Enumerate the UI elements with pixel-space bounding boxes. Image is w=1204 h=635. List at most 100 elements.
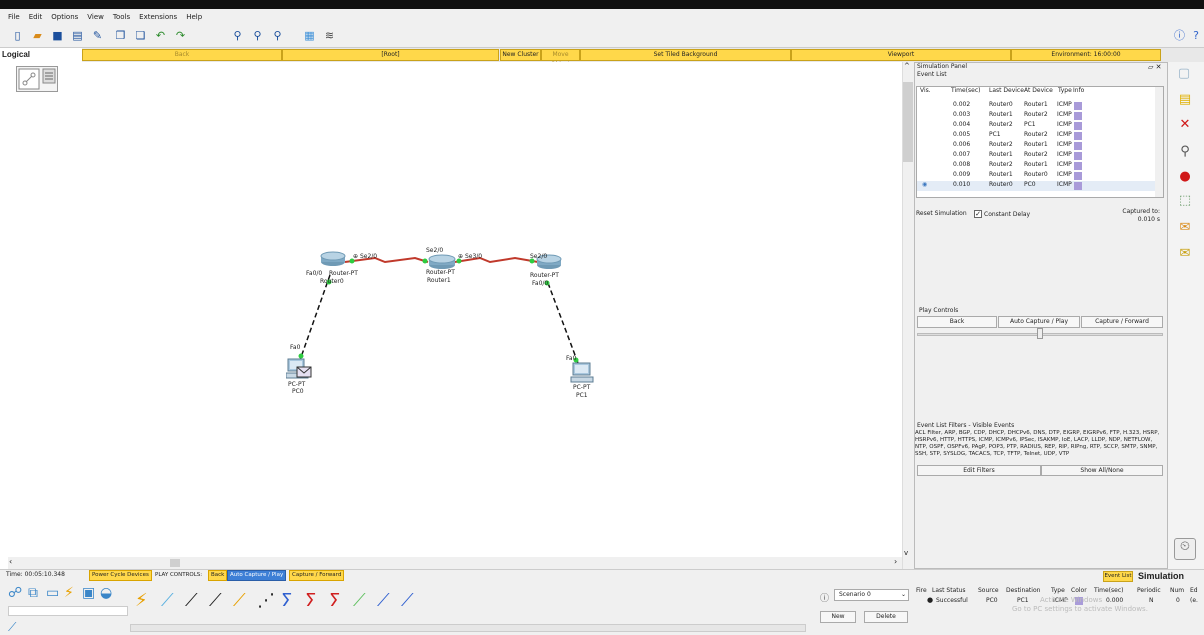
show-all-none-button[interactable]: Show All/None [1041, 465, 1163, 476]
status-capture-forward-button[interactable]: Capture / Forward [289, 570, 345, 581]
scenario-selected-value: Scenario 0 [839, 591, 871, 598]
pdu-source: PC0 [986, 597, 998, 604]
event-type: ICMP [1057, 151, 1072, 158]
usb-cable-icon[interactable]: ⟋ [401, 590, 414, 611]
play-back-button[interactable]: Back [917, 316, 997, 328]
resize-tool-icon[interactable]: ⬚ [1177, 193, 1193, 209]
scroll-down-icon[interactable]: v [904, 549, 908, 557]
router-category-icon[interactable]: ☍ [8, 585, 22, 601]
event-row[interactable]: 0.003 Router1 Router2 ICMP [917, 111, 1163, 121]
ethernet-link-r0-pc0[interactable] [299, 274, 331, 361]
simple-pdu-icon[interactable]: ✉ [1177, 220, 1193, 236]
header-info[interactable]: Info [1073, 87, 1084, 94]
event-row[interactable]: 0.009 Router1 Router0 ICMP [917, 171, 1163, 181]
copper-cross-icon[interactable]: ⟋ [209, 590, 222, 611]
header-vis[interactable]: Vis. [920, 87, 931, 94]
event-info-color[interactable] [1074, 112, 1082, 120]
event-info-color[interactable] [1074, 132, 1082, 140]
connections-category-icon[interactable]: ⚡ [64, 585, 74, 601]
edit-filters-button[interactable]: Edit Filters [917, 465, 1041, 476]
note-tool-icon[interactable]: ▤ [1177, 92, 1193, 108]
capture-forward-button[interactable]: Capture / Forward [1081, 316, 1163, 328]
header-last-device[interactable]: Last Device [989, 87, 1024, 94]
event-row[interactable]: 0.004 Router2 PC1 ICMP [917, 121, 1163, 131]
switch-category-icon[interactable]: ⧉ [28, 585, 38, 601]
constant-delay-label: Constant Delay [984, 210, 1031, 218]
select-tool-icon[interactable]: ▢ [1176, 66, 1192, 82]
copper-straight-icon[interactable]: ⟋ [185, 590, 198, 611]
event-list-scrollbar[interactable] [1155, 87, 1163, 197]
event-row[interactable]: 0.005 PC1 Router2 ICMP [917, 131, 1163, 141]
event-info-color[interactable] [1074, 142, 1082, 150]
status-back-button[interactable]: Back [208, 570, 228, 581]
reset-simulation-button[interactable]: Reset Simulation [916, 210, 967, 217]
header-type[interactable]: Type [1058, 87, 1072, 94]
checkbox-checked-icon[interactable]: ✓ [974, 210, 982, 218]
scroll-up-icon[interactable]: ^ [904, 62, 910, 70]
octal-cable-icon[interactable]: ⟋ [353, 590, 366, 611]
inspect-tool-icon[interactable]: ⚲ [1177, 144, 1193, 160]
hub-category-icon[interactable]: ▭ [46, 585, 59, 601]
fire-icon[interactable]: ● [927, 596, 933, 604]
header-time[interactable]: Time(sec) [951, 87, 980, 94]
event-info-color[interactable] [1074, 182, 1082, 190]
serial-dce-icon[interactable]: ⵢ [305, 590, 316, 611]
status-auto-capture-button[interactable]: Auto Capture / Play [227, 570, 287, 581]
console-cable-icon[interactable]: ⟋ [161, 590, 174, 611]
scroll-right-icon[interactable]: › [894, 557, 897, 566]
event-time: 0.005 [953, 131, 971, 138]
connection-scrollbar[interactable] [130, 624, 806, 632]
environment-button[interactable]: Environment: 16:00:00 [1011, 49, 1161, 61]
pc-icon [285, 358, 312, 379]
draw-ellipse-tool-icon[interactable]: ● [1177, 169, 1193, 185]
play-speed-slider-thumb[interactable] [1037, 328, 1043, 339]
selected-device-icon[interactable]: ⟋ [8, 620, 16, 635]
event-row[interactable]: 0.007 Router1 Router2 ICMP [917, 151, 1163, 161]
fiber-icon[interactable]: ⟋ [233, 590, 246, 611]
header-at-device[interactable]: At Device [1024, 87, 1053, 94]
info-icon[interactable]: ⓘ [1172, 28, 1187, 43]
delete-scenario-button[interactable]: Delete [864, 611, 908, 623]
coaxial-icon[interactable]: ⵢ [281, 590, 292, 611]
panel-window-controls[interactable]: ▱ ✕ [1148, 63, 1161, 71]
info-icon[interactable]: ⓘ [820, 591, 829, 604]
router0-device[interactable] [320, 251, 346, 269]
delete-tool-icon[interactable]: ✕ [1177, 117, 1193, 133]
event-filters-list: ACL Filter, ARP, BGP, CDP, DHCP, DHCPv6,… [915, 430, 1160, 457]
workspace-vertical-scroll-thumb[interactable] [903, 82, 913, 162]
event-info-color[interactable] [1074, 122, 1082, 130]
ethernet-link-r2-pc1[interactable] [547, 282, 579, 364]
workspace-horizontal-scroll-thumb[interactable] [170, 559, 180, 567]
workspace-horizontal-scrollbar[interactable] [8, 557, 902, 569]
event-info-color[interactable] [1074, 152, 1082, 160]
event-row[interactable]: 0.008 Router2 Router1 ICMP [917, 161, 1163, 171]
event-list-table[interactable]: Vis. Time(sec) Last Device At Device Typ… [916, 86, 1164, 198]
wireless-category-icon[interactable]: ◒ [100, 585, 112, 601]
new-scenario-button[interactable]: New [820, 611, 856, 623]
phone-cable-icon[interactable]: ⋰ [257, 590, 275, 611]
scroll-left-icon[interactable]: ‹ [9, 557, 12, 566]
simulation-mode-label[interactable]: Simulation [1138, 571, 1184, 581]
simulation-panel-title: Simulation Panel [917, 63, 968, 70]
event-last-device: PC1 [989, 131, 1001, 138]
event-row[interactable]: 0.006 Router2 Router1 ICMP [917, 141, 1163, 151]
constant-delay-checkbox[interactable]: ✓ Constant Delay [974, 210, 1030, 218]
event-info-color[interactable] [1074, 172, 1082, 180]
pc1-device[interactable] [570, 362, 594, 386]
event-row-current[interactable]: ◉ 0.010 Router0 PC0 ICMP [917, 181, 1163, 191]
simulation-mode-icon[interactable]: ⏲ [1174, 538, 1196, 560]
event-list-toggle-button[interactable]: Event List [1103, 571, 1133, 582]
serial-dte-icon[interactable]: ⵢ [329, 590, 340, 611]
auto-capture-play-button[interactable]: Auto Capture / Play [998, 316, 1080, 328]
help-icon[interactable]: ? [1190, 28, 1202, 43]
end-devices-category-icon[interactable]: ▣ [82, 585, 95, 601]
auto-connection-icon[interactable]: ⚡ [135, 590, 148, 611]
scenario-select[interactable]: Scenario 0 ⌄ [834, 589, 909, 601]
eye-icon[interactable]: ◉ [922, 181, 927, 188]
iot-custom-cable-icon[interactable]: ⟋ [377, 590, 390, 611]
event-info-color[interactable] [1074, 162, 1082, 170]
event-info-color[interactable] [1074, 102, 1082, 110]
complex-pdu-icon[interactable]: ✉ [1177, 246, 1193, 262]
event-row[interactable]: 0.002 Router0 Router1 ICMP [917, 101, 1163, 111]
power-cycle-devices-button[interactable]: Power Cycle Devices [89, 570, 152, 581]
